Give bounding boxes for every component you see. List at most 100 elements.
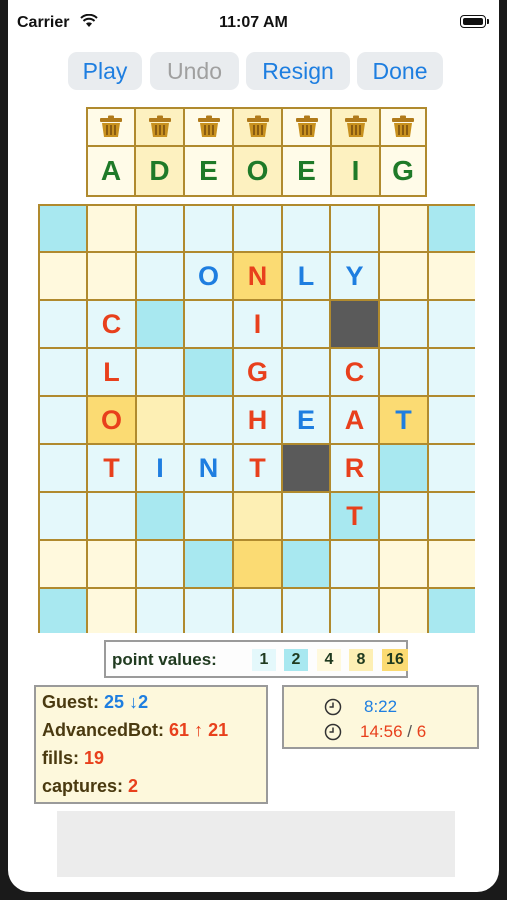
board-square[interactable]: N — [185, 445, 232, 491]
play-button[interactable]: Play — [68, 52, 142, 90]
board-square[interactable] — [380, 445, 427, 491]
tray-tile[interactable]: O — [234, 147, 281, 195]
board-square[interactable]: T — [234, 445, 281, 491]
board-square[interactable] — [137, 301, 183, 347]
board-square[interactable] — [137, 397, 183, 443]
tray-tile[interactable]: A — [88, 147, 134, 195]
undo-button[interactable]: Undo — [150, 52, 239, 90]
tray-tile[interactable]: E — [283, 147, 330, 195]
board-square[interactable] — [137, 206, 183, 251]
board-square[interactable] — [40, 493, 86, 539]
board-square[interactable] — [185, 541, 232, 587]
board-square[interactable] — [40, 253, 86, 299]
board-square[interactable] — [40, 349, 86, 395]
board-square[interactable] — [380, 206, 427, 251]
board-square[interactable] — [40, 445, 86, 491]
resign-button[interactable]: Resign — [246, 52, 350, 90]
trash-basket-icon[interactable] — [136, 109, 183, 145]
board-square[interactable] — [137, 589, 183, 633]
board-square[interactable] — [429, 397, 475, 443]
board-square[interactable]: O — [88, 397, 135, 443]
trash-basket-icon[interactable] — [381, 109, 425, 145]
board-square[interactable]: E — [283, 397, 329, 443]
board-square[interactable] — [331, 206, 378, 251]
board-square[interactable] — [185, 349, 232, 395]
board-square[interactable]: C — [88, 301, 135, 347]
board-square[interactable] — [234, 589, 281, 633]
board-square[interactable] — [137, 493, 183, 539]
tray-tile[interactable]: G — [381, 147, 425, 195]
board-square[interactable] — [40, 397, 86, 443]
board-square[interactable] — [234, 206, 281, 251]
board-square[interactable] — [283, 349, 329, 395]
board-square[interactable] — [283, 301, 329, 347]
tray-tile[interactable]: E — [185, 147, 232, 195]
board-square[interactable] — [283, 493, 329, 539]
board-square[interactable]: L — [88, 349, 135, 395]
board-square[interactable] — [185, 493, 232, 539]
board-square[interactable] — [380, 541, 427, 587]
board-square[interactable] — [88, 206, 135, 251]
board-square[interactable] — [137, 349, 183, 395]
board-square[interactable] — [429, 541, 475, 587]
board-square[interactable] — [429, 206, 475, 251]
board-square[interactable]: H — [234, 397, 281, 443]
board-square[interactable] — [40, 589, 86, 633]
board-square[interactable]: T — [88, 445, 135, 491]
board-square[interactable] — [88, 541, 135, 587]
board-square[interactable] — [331, 541, 378, 587]
board-square[interactable] — [380, 253, 427, 299]
trash-basket-icon[interactable] — [88, 109, 134, 145]
blocked-square[interactable] — [283, 445, 329, 491]
blocked-square[interactable] — [331, 301, 378, 347]
done-button[interactable]: Done — [357, 52, 443, 90]
board-square[interactable] — [137, 541, 183, 587]
board-square[interactable] — [429, 349, 475, 395]
board-square[interactable] — [88, 253, 135, 299]
board-square[interactable] — [380, 493, 427, 539]
board-square[interactable]: Y — [331, 253, 378, 299]
board-square[interactable] — [331, 589, 378, 633]
board-square[interactable] — [429, 493, 475, 539]
board-square[interactable] — [40, 301, 86, 347]
board-square[interactable]: O — [185, 253, 232, 299]
board-square[interactable] — [380, 301, 427, 347]
board-square[interactable]: A — [331, 397, 378, 443]
trash-basket-icon[interactable] — [234, 109, 281, 145]
board-square[interactable] — [88, 493, 135, 539]
board-square[interactable] — [185, 397, 232, 443]
board-square[interactable] — [234, 493, 281, 539]
board-square[interactable] — [88, 589, 135, 633]
board-square[interactable]: T — [331, 493, 378, 539]
trash-basket-icon[interactable] — [332, 109, 379, 145]
board-square[interactable] — [185, 206, 232, 251]
board-square[interactable] — [429, 301, 475, 347]
trash-basket-icon[interactable] — [185, 109, 232, 145]
trash-basket-icon[interactable] — [283, 109, 330, 145]
board-square[interactable] — [283, 206, 329, 251]
tray-tile[interactable]: I — [332, 147, 379, 195]
board-square[interactable] — [40, 541, 86, 587]
board-square[interactable]: G — [234, 349, 281, 395]
board-square[interactable] — [429, 253, 475, 299]
board-square[interactable]: I — [234, 301, 281, 347]
board-square[interactable] — [185, 589, 232, 633]
board-square[interactable] — [185, 301, 232, 347]
board-letter: C — [344, 357, 365, 387]
board-square[interactable] — [429, 445, 475, 491]
board-square[interactable] — [283, 589, 329, 633]
board-square[interactable] — [283, 541, 329, 587]
board-square[interactable] — [380, 349, 427, 395]
board-square[interactable] — [380, 589, 427, 633]
board-square[interactable] — [40, 206, 86, 251]
board-square[interactable]: N — [234, 253, 281, 299]
board-square[interactable]: C — [331, 349, 378, 395]
board-square[interactable] — [137, 253, 183, 299]
board-square[interactable] — [429, 589, 475, 633]
board-square[interactable] — [234, 541, 281, 587]
board-square[interactable]: T — [380, 397, 427, 443]
board-square[interactable]: R — [331, 445, 378, 491]
board-square[interactable]: I — [137, 445, 183, 491]
tray-tile[interactable]: D — [136, 147, 183, 195]
board-square[interactable]: L — [283, 253, 329, 299]
